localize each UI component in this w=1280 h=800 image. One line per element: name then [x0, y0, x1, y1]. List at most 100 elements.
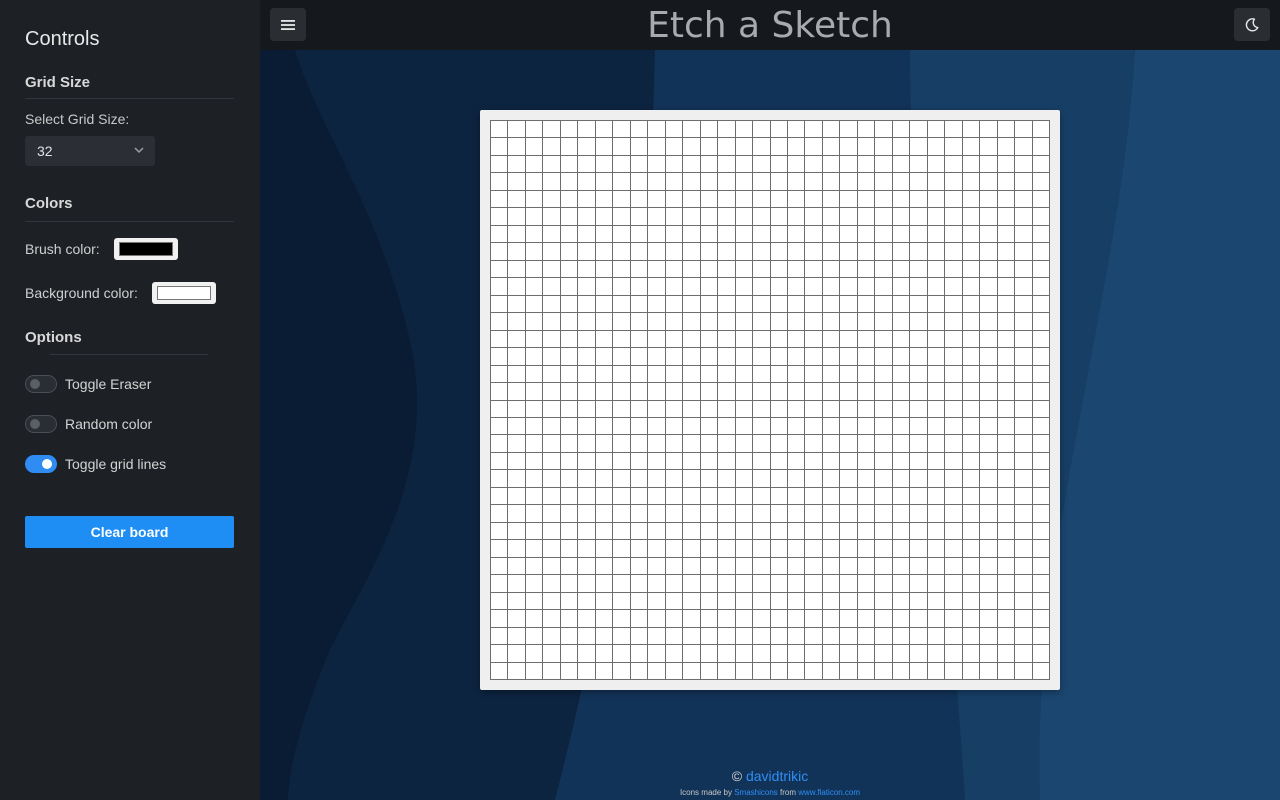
- board-cell[interactable]: [630, 295, 649, 314]
- board-cell[interactable]: [630, 627, 649, 646]
- board-cell[interactable]: [857, 260, 876, 279]
- board-cell[interactable]: [613, 138, 631, 156]
- board-cell[interactable]: [595, 313, 614, 331]
- board-cell[interactable]: [980, 138, 998, 156]
- board-cell[interactable]: [1032, 121, 1050, 139]
- board-cell[interactable]: [613, 435, 631, 453]
- board-cell[interactable]: [945, 610, 963, 628]
- board-cell[interactable]: [525, 383, 544, 401]
- board-cell[interactable]: [508, 575, 526, 593]
- board-cell[interactable]: [630, 505, 649, 523]
- board-cell[interactable]: [683, 190, 701, 209]
- board-cell[interactable]: [630, 383, 649, 401]
- board-cell[interactable]: [997, 225, 1016, 244]
- board-cell[interactable]: [595, 190, 614, 209]
- board-cell[interactable]: [718, 348, 736, 366]
- board-cell[interactable]: [1032, 365, 1050, 384]
- board-cell[interactable]: [543, 121, 561, 139]
- board-cell[interactable]: [648, 313, 666, 331]
- board-cell[interactable]: [543, 592, 561, 611]
- board-cell[interactable]: [735, 470, 754, 488]
- board-cell[interactable]: [805, 190, 823, 209]
- board-cell[interactable]: [630, 452, 649, 471]
- board-cell[interactable]: [718, 522, 736, 541]
- toggle-grid-lines-row[interactable]: Toggle grid lines: [25, 455, 166, 473]
- board-cell[interactable]: [718, 627, 736, 646]
- board-cell[interactable]: [770, 243, 788, 261]
- board-cell[interactable]: [927, 330, 946, 349]
- board-cell[interactable]: [630, 435, 649, 453]
- board-cell[interactable]: [875, 225, 893, 244]
- board-cell[interactable]: [962, 278, 981, 296]
- board-cell[interactable]: [927, 260, 946, 279]
- board-cell[interactable]: [892, 121, 911, 139]
- board-cell[interactable]: [910, 592, 928, 611]
- board-cell[interactable]: [753, 278, 771, 296]
- board-cell[interactable]: [927, 313, 946, 331]
- board-cell[interactable]: [787, 243, 806, 261]
- board-cell[interactable]: [927, 208, 946, 226]
- board-cell[interactable]: [997, 645, 1016, 663]
- board-cell[interactable]: [822, 383, 841, 401]
- board-cell[interactable]: [927, 155, 946, 174]
- board-cell[interactable]: [997, 610, 1016, 628]
- board-cell[interactable]: [578, 627, 596, 646]
- board-cell[interactable]: [525, 260, 544, 279]
- board-cell[interactable]: [892, 190, 911, 209]
- board-cell[interactable]: [595, 575, 614, 593]
- board-cell[interactable]: [683, 592, 701, 611]
- board-cell[interactable]: [525, 435, 544, 453]
- board-cell[interactable]: [560, 610, 579, 628]
- board-cell[interactable]: [892, 627, 911, 646]
- board-cell[interactable]: [630, 487, 649, 506]
- board-cell[interactable]: [753, 225, 771, 244]
- board-cell[interactable]: [945, 365, 963, 384]
- board-cell[interactable]: [857, 208, 876, 226]
- board-cell[interactable]: [805, 522, 823, 541]
- toggle-grid-lines-switch[interactable]: [25, 455, 57, 473]
- board-cell[interactable]: [875, 645, 893, 663]
- board-cell[interactable]: [787, 470, 806, 488]
- board-cell[interactable]: [508, 470, 526, 488]
- board-cell[interactable]: [508, 155, 526, 174]
- board-cell[interactable]: [525, 592, 544, 611]
- theme-toggle-button[interactable]: [1234, 8, 1270, 41]
- board-cell[interactable]: [578, 592, 596, 611]
- board-cell[interactable]: [787, 260, 806, 279]
- board-cell[interactable]: [735, 592, 754, 611]
- board-cell[interactable]: [735, 487, 754, 506]
- board-cell[interactable]: [700, 575, 719, 593]
- board-cell[interactable]: [805, 138, 823, 156]
- board-cell[interactable]: [945, 452, 963, 471]
- board-cell[interactable]: [805, 121, 823, 139]
- board-cell[interactable]: [857, 575, 876, 593]
- board-cell[interactable]: [840, 417, 858, 436]
- board-cell[interactable]: [840, 225, 858, 244]
- board-cell[interactable]: [683, 400, 701, 418]
- board-cell[interactable]: [700, 417, 719, 436]
- board-cell[interactable]: [683, 173, 701, 191]
- board-cell[interactable]: [525, 662, 544, 680]
- board-cell[interactable]: [787, 383, 806, 401]
- board-cell[interactable]: [997, 417, 1016, 436]
- board-cell[interactable]: [927, 417, 946, 436]
- board-cell[interactable]: [945, 330, 963, 349]
- board-cell[interactable]: [1032, 330, 1050, 349]
- board-cell[interactable]: [508, 330, 526, 349]
- board-cell[interactable]: [578, 295, 596, 314]
- board-cell[interactable]: [892, 278, 911, 296]
- board-cell[interactable]: [910, 208, 928, 226]
- board-cell[interactable]: [892, 505, 911, 523]
- board-cell[interactable]: [753, 348, 771, 366]
- board-cell[interactable]: [875, 470, 893, 488]
- board-cell[interactable]: [735, 417, 754, 436]
- board-cell[interactable]: [753, 208, 771, 226]
- board-cell[interactable]: [892, 365, 911, 384]
- board-cell[interactable]: [997, 435, 1016, 453]
- board-cell[interactable]: [683, 138, 701, 156]
- board-cell[interactable]: [630, 540, 649, 558]
- board-cell[interactable]: [491, 540, 509, 558]
- board-cell[interactable]: [857, 645, 876, 663]
- board-cell[interactable]: [578, 365, 596, 384]
- board-cell[interactable]: [508, 208, 526, 226]
